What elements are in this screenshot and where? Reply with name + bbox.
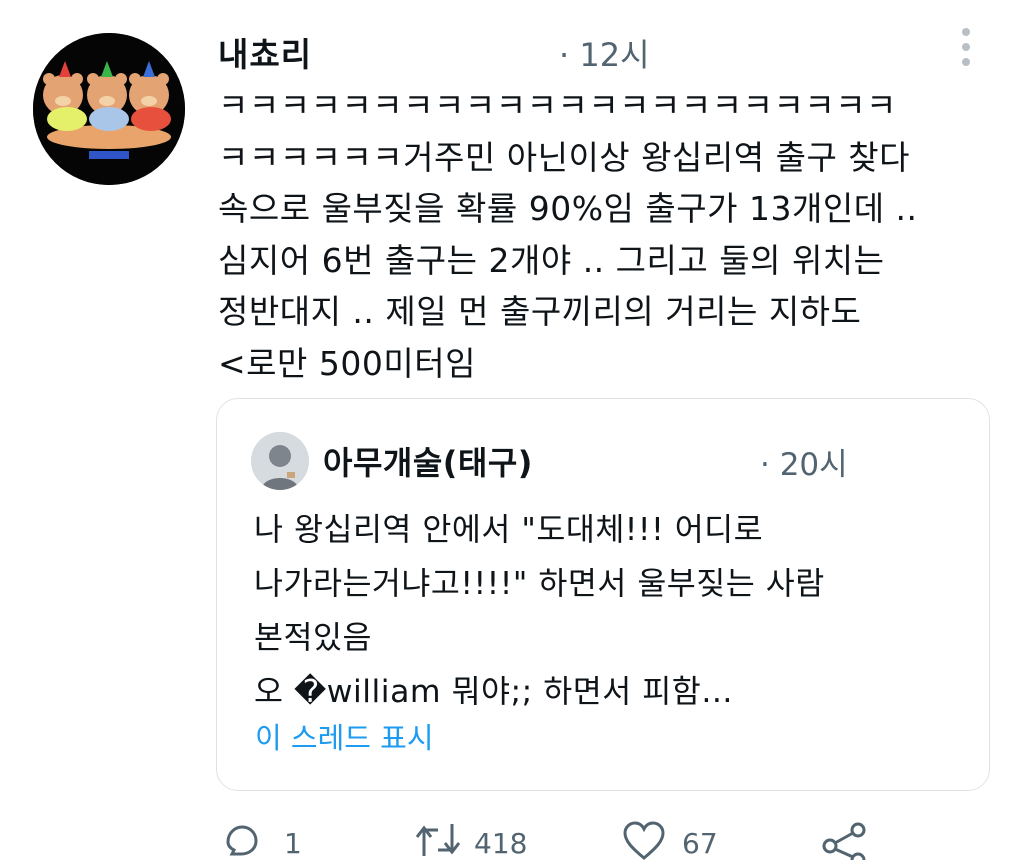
avatar[interactable] bbox=[33, 33, 185, 185]
tweet-text-line: <로만 500미터임 bbox=[218, 343, 476, 383]
quoted-text-line: 오 �william 뭐야;; 하면서 피함… bbox=[254, 674, 734, 710]
reply-button[interactable]: 1 bbox=[222, 820, 302, 858]
tweet-text-line: ㅋㅋㅋㅋㅋㅋ거주민 아닌이상 왕십리역 출구 찾다 bbox=[218, 137, 911, 177]
timestamp[interactable]: · 12시 bbox=[559, 30, 650, 76]
more-options-icon[interactable] bbox=[951, 22, 981, 72]
quoted-avatar[interactable] bbox=[251, 432, 309, 490]
quoted-text-line: 나 왕십리역 안에서 "도대체!!! 어디로 bbox=[254, 512, 764, 548]
tweet-text-line: 속으로 울부짖을 확률 90%임 출구가 13개인데 .. bbox=[218, 189, 918, 228]
tweet-text: ㅋㅋㅋㅋㅋㅋㅋㅋㅋㅋㅋㅋㅋㅋㅋㅋㅋㅋㅋㅋㅋㅋ ㅋㅋㅋㅋㅋㅋ거주민 아닌이상 왕십… bbox=[218, 80, 1008, 389]
quoted-timestamp[interactable]: · 20시 bbox=[760, 439, 848, 484]
tweet-text-line: ㅋㅋㅋㅋㅋㅋㅋㅋㅋㅋㅋㅋㅋㅋㅋㅋㅋㅋㅋㅋㅋㅋ bbox=[218, 86, 897, 125]
like-button[interactable]: 67 bbox=[622, 820, 718, 860]
reply-icon bbox=[226, 825, 258, 856]
share-button[interactable] bbox=[820, 820, 868, 860]
quoted-username[interactable]: 아무개술(태구) bbox=[323, 438, 533, 484]
show-thread-link[interactable]: 이 스레드 표시 bbox=[255, 715, 434, 757]
tweet-actions: 1 418 67 bbox=[0, 820, 1024, 860]
share-icon bbox=[822, 822, 866, 860]
tweet-header: 내쵸리 · 12시 bbox=[216, 22, 1006, 74]
retweet-button[interactable]: 418 bbox=[414, 820, 527, 858]
heart-icon bbox=[623, 821, 665, 860]
quoted-text-line: 나가라는거냐고!!!!" 하면서 울부짖는 사람 bbox=[254, 566, 825, 602]
quoted-tweet-text: 나 왕십리역 안에서 "도대체!!! 어디로 나가라는거냐고!!!!" 하면서 … bbox=[254, 503, 974, 719]
bear-avatar-image bbox=[33, 33, 185, 185]
tweet-text-line: 심지어 6번 출구는 2개야 .. 그리고 둘의 위치는 bbox=[218, 240, 885, 280]
retweet-icon bbox=[415, 824, 461, 856]
quoted-tweet-card[interactable]: 아무개술(태구) · 20시 나 왕십리역 안에서 "도대체!!! 어디로 나가… bbox=[216, 398, 990, 791]
username[interactable]: 내쵸리 bbox=[218, 28, 312, 76]
person-silhouette-icon bbox=[251, 432, 309, 490]
quoted-text-line: 본적있음 bbox=[254, 620, 372, 656]
tweet-text-line: 정반대지 .. 제일 먼 출구끼리의 거리는 지하도 bbox=[218, 292, 862, 331]
